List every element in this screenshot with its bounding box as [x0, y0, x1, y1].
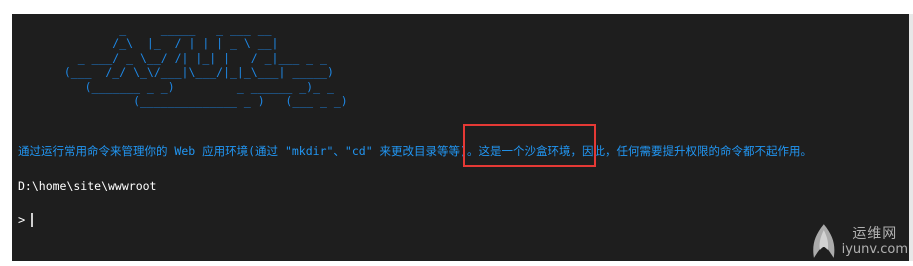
watermark-en: iyunv.com — [841, 242, 908, 257]
watermark-cn: 运维网 — [852, 226, 898, 242]
ascii-line: (_______ _ _) _ ______ _)_ _ — [50, 79, 334, 94]
watermark-logo-icon — [813, 224, 835, 258]
azure-ascii-banner: _ _____ _ ___ __ /_\ |_ / | | | _ \ __| … — [50, 22, 348, 108]
prompt-symbol: > — [18, 213, 26, 227]
ascii-line: (___ /_/ \_\/___|\___/|_|_\___| _____) — [50, 65, 334, 80]
watermark: 运维网 iyunv.com — [808, 220, 908, 264]
red-highlight-box — [463, 124, 596, 167]
text-cursor — [31, 213, 34, 227]
window-edge — [909, 14, 913, 261]
kudu-console[interactable]: _ _____ _ ___ __ /_\ |_ / | | | _ \ __| … — [12, 14, 909, 261]
ascii-line: _ ___/ _ \__/ /| |_| | / _|___ _ _ — [50, 50, 327, 65]
ascii-line: (______________ _ ) (___ _ _) — [50, 94, 348, 109]
screenshot-frame: _ _____ _ ___ __ /_\ |_ / | | | _ \ __| … — [0, 0, 913, 266]
ascii-line: /_\ |_ / | | | _ \ __| — [50, 36, 279, 51]
watermark-text: 运维网 iyunv.com — [842, 226, 908, 258]
console-info-message: 通过运行常用命令来管理你的 Web 应用环境(通过 "mkdir"、"cd" 来… — [18, 144, 812, 158]
ascii-line: _ _____ _ ___ __ — [50, 22, 272, 36]
current-directory: D:\home\site\wwwroot — [18, 179, 157, 193]
command-input[interactable]: > — [18, 212, 34, 228]
